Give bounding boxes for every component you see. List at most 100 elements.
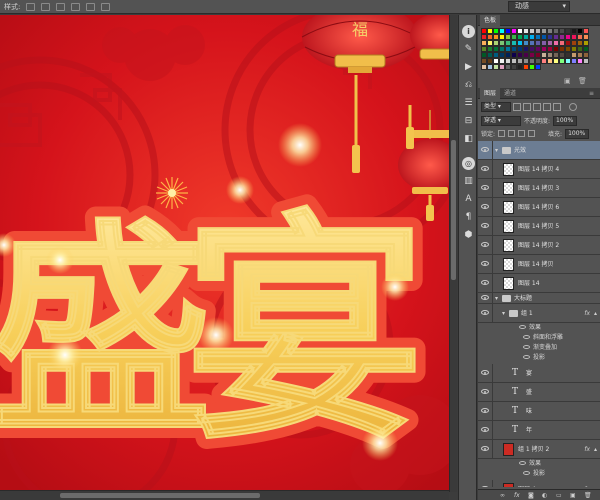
tab-channels[interactable]: 通道	[500, 88, 520, 99]
link-icon[interactable]: ∞	[500, 490, 505, 500]
layer-row[interactable]: T年	[478, 421, 600, 440]
new-swatch-icon[interactable]: ▣	[564, 77, 571, 85]
character-icon[interactable]: A	[462, 193, 475, 206]
visibility-eye-icon[interactable]	[481, 185, 489, 190]
layer-row[interactable]: 图层 14 拷贝	[478, 255, 600, 274]
filter-shape-icon[interactable]	[543, 102, 551, 111]
align-right-icon[interactable]	[56, 2, 66, 11]
layer-comps-icon[interactable]: ◧	[462, 133, 475, 146]
trash-icon[interactable]: 🗑	[584, 490, 592, 500]
play-action-icon[interactable]: ▶	[462, 61, 475, 74]
history-icon[interactable]: ⎌	[462, 79, 475, 92]
paragraph-icon[interactable]: ¶	[462, 211, 475, 224]
tab-swatches[interactable]: 色板	[480, 15, 501, 26]
visibility-eye-icon[interactable]	[481, 486, 489, 487]
effect-item[interactable]: 投影	[478, 353, 600, 363]
expand-arrow-icon[interactable]: ▾	[502, 304, 505, 323]
3d-icon[interactable]: ⬢	[462, 229, 475, 242]
histogram-icon[interactable]: ▥	[462, 175, 475, 188]
visibility-eye-icon[interactable]	[481, 261, 489, 266]
layer-row[interactable]: 图层 14 拷贝 3	[478, 179, 600, 198]
filter-pixel-icon[interactable]	[513, 102, 521, 111]
effect-eye-icon[interactable]	[523, 355, 530, 359]
layer-row[interactable]: 组 1 拷贝 2 fx ▴	[478, 440, 600, 459]
visibility-eye-icon[interactable]	[481, 295, 489, 300]
effect-item[interactable]: 投影	[478, 469, 600, 479]
delete-swatch-icon[interactable]: 🗑	[578, 77, 587, 85]
layer-row[interactable]: ▾ 大标题	[478, 293, 600, 304]
layer-row[interactable]: T盛	[478, 383, 600, 402]
layer-row[interactable]: ▾ 组 1 fx ▴	[478, 304, 600, 323]
distribute-icon[interactable]	[71, 2, 81, 11]
workspace-switcher[interactable]: 动感	[508, 1, 570, 12]
adjust-icon[interactable]: ⊟	[462, 115, 475, 128]
effect-eye-icon[interactable]	[523, 471, 530, 475]
fx-badge-icon[interactable]: fx	[584, 304, 590, 323]
visibility-eye-icon[interactable]	[481, 408, 489, 413]
visibility-eye-icon[interactable]	[481, 310, 489, 315]
filter-smart-icon[interactable]	[553, 102, 561, 111]
effect-eye-icon[interactable]	[523, 345, 530, 349]
layer-row[interactable]: 图层 4 fx ▴	[478, 480, 600, 487]
visibility-eye-icon[interactable]	[481, 370, 489, 375]
layer-row[interactable]: 图层 14 拷贝 6	[478, 198, 600, 217]
layer-row[interactable]: 图层 14 拷贝 2	[478, 236, 600, 255]
tab-layers[interactable]: 图层	[480, 88, 501, 99]
visibility-eye-icon[interactable]	[481, 166, 489, 171]
visibility-eye-icon[interactable]	[481, 280, 489, 285]
effects-toggle-icon[interactable]: ▴	[594, 304, 597, 323]
layer-row[interactable]: ▾ 光效	[478, 141, 600, 160]
new-layer-icon[interactable]: ▣	[570, 490, 576, 500]
horizontal-scrollbar[interactable]	[0, 490, 449, 500]
adjustment-icon[interactable]: ◐	[542, 490, 547, 500]
brush-preset-icon[interactable]: ✎	[462, 43, 475, 56]
properties-icon[interactable]: ☰	[462, 97, 475, 110]
layer-row[interactable]: T味	[478, 402, 600, 421]
lock-image-icon[interactable]	[508, 130, 516, 137]
lock-position-icon[interactable]	[518, 130, 526, 137]
effects-toggle-icon[interactable]: ▴	[594, 480, 597, 487]
effect-item[interactable]: 渐变叠加	[478, 343, 600, 353]
navigator-icon[interactable]: ◎	[462, 157, 475, 170]
visibility-eye-icon[interactable]	[481, 204, 489, 209]
visibility-eye-icon[interactable]	[481, 223, 489, 228]
lock-all-icon[interactable]	[528, 130, 536, 137]
layer-row[interactable]: 图层 14	[478, 274, 600, 293]
info-icon[interactable]: i	[462, 25, 475, 38]
visibility-eye-icon[interactable]	[481, 242, 489, 247]
opacity-field[interactable]: 100%	[553, 115, 578, 126]
effect-eye-icon[interactable]	[523, 335, 530, 339]
expand-arrow-icon[interactable]: ▾	[495, 293, 498, 304]
lock-transparent-icon[interactable]	[498, 130, 506, 137]
vertical-scrollbar[interactable]	[449, 15, 457, 492]
color-swatch[interactable]	[583, 58, 589, 64]
fill-field[interactable]: 100%	[565, 128, 590, 139]
folder-icon[interactable]: ▭	[556, 490, 562, 500]
blend-mode-dropdown[interactable]: 穿透 ▾	[481, 115, 521, 126]
layer-row[interactable]: T宴	[478, 364, 600, 383]
effect-item[interactable]: 斜面和浮雕	[478, 333, 600, 343]
fx-badge-icon[interactable]: fx	[584, 480, 590, 487]
expand-arrow-icon[interactable]: ▾	[495, 141, 498, 160]
visibility-eye-icon[interactable]	[481, 389, 489, 394]
effect-eye-icon[interactable]	[519, 325, 526, 329]
effects-toggle-icon[interactable]: ▴	[594, 440, 597, 459]
3d-mode-icon[interactable]	[101, 2, 111, 11]
fx-badge-icon[interactable]: fx	[584, 440, 590, 459]
filter-text-icon[interactable]	[533, 102, 541, 111]
filter-kind-dropdown[interactable]: 类型 ▾	[481, 101, 511, 112]
effects-header[interactable]: 效果	[478, 459, 600, 469]
color-swatch[interactable]	[535, 64, 541, 70]
distribute-vertical-icon[interactable]	[86, 2, 96, 11]
filter-adjust-icon[interactable]	[523, 102, 531, 111]
align-left-icon[interactable]	[26, 2, 36, 11]
filter-toggle-icon[interactable]	[569, 102, 577, 111]
document-canvas[interactable]: 福 盛 宴 盛 宴	[0, 15, 457, 492]
fx-icon[interactable]: fx	[514, 490, 520, 500]
effects-header[interactable]: 效果	[478, 323, 600, 333]
mask-icon[interactable]: ◙	[528, 490, 534, 500]
layer-row[interactable]: 图层 14 拷贝 5	[478, 217, 600, 236]
visibility-eye-icon[interactable]	[481, 147, 489, 152]
align-center-icon[interactable]	[41, 2, 51, 11]
visibility-eye-icon[interactable]	[481, 427, 489, 432]
